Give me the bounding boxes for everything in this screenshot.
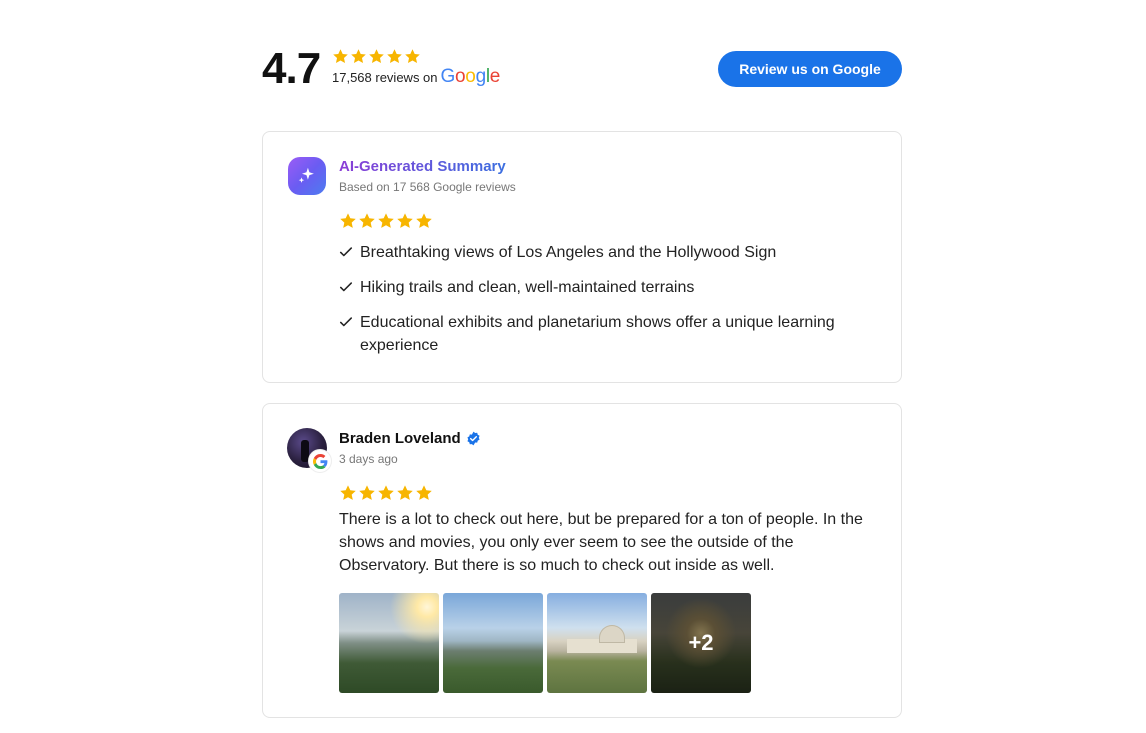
overall-stars — [332, 48, 500, 65]
star-icon — [339, 484, 357, 502]
review-date: 3 days ago — [339, 452, 398, 466]
reviewer-name[interactable]: Braden Loveland — [339, 430, 461, 447]
review-us-button[interactable]: Review us on Google — [718, 51, 902, 87]
star-icon — [415, 212, 433, 230]
star-icon — [396, 212, 414, 230]
star-icon — [368, 48, 385, 65]
rating-header: 4.7 17,568 reviews on Google Review us o… — [262, 46, 902, 96]
summary-stars — [339, 212, 433, 230]
star-icon — [386, 48, 403, 65]
review-text: There is a lot to check out here, but be… — [339, 511, 863, 574]
summary-title: AI-Generated Summary — [339, 158, 506, 175]
summary-point-text: Hiking trails and clean, well-maintained… — [360, 279, 695, 296]
summary-points: Breathtaking views of Los Angeles and th… — [339, 241, 869, 369]
checkmark-icon — [339, 247, 353, 257]
more-photos-count: +2 — [688, 630, 714, 655]
review-photo-more[interactable]: +2 — [651, 593, 751, 693]
star-icon — [358, 484, 376, 502]
ai-summary-card: AI-Generated Summary Based on 17 568 Goo… — [262, 131, 902, 383]
summary-subtitle: Based on 17 568 Google reviews — [339, 180, 516, 194]
review-card: Braden Loveland 3 days ago There is a lo… — [262, 403, 902, 718]
star-icon — [377, 212, 395, 230]
review-photos: +2 — [339, 593, 751, 693]
summary-point: Hiking trails and clean, well-maintained… — [339, 276, 869, 299]
google-g-icon — [309, 450, 331, 472]
star-icon — [415, 484, 433, 502]
star-icon — [350, 48, 367, 65]
checkmark-icon — [339, 282, 353, 292]
summary-point: Breathtaking views of Los Angeles and th… — [339, 241, 869, 264]
review-stars — [339, 484, 433, 502]
summary-point: Educational exhibits and planetarium sho… — [339, 311, 869, 357]
review-photo[interactable] — [339, 593, 439, 693]
star-icon — [332, 48, 349, 65]
summary-point-text: Breathtaking views of Los Angeles and th… — [360, 244, 777, 261]
google-logo: Google — [440, 66, 501, 87]
reviewer-avatar-group[interactable] — [287, 428, 331, 472]
rating-summary: 17,568 reviews on Google — [332, 48, 501, 87]
star-icon — [396, 484, 414, 502]
star-icon — [377, 484, 395, 502]
review-photo[interactable] — [443, 593, 543, 693]
verified-badge-icon — [467, 431, 480, 446]
summary-point-text: Educational exhibits and planetarium sho… — [360, 314, 835, 354]
reviews-count-line: 17,568 reviews on Google — [332, 66, 501, 87]
sparkle-icon — [288, 157, 326, 195]
checkmark-icon — [339, 317, 353, 327]
star-icon — [358, 212, 376, 230]
star-icon — [404, 48, 421, 65]
review-photo[interactable] — [547, 593, 647, 693]
star-icon — [339, 212, 357, 230]
reviews-count: 17,568 reviews on — [332, 69, 438, 85]
overall-score: 4.7 — [262, 44, 321, 93]
